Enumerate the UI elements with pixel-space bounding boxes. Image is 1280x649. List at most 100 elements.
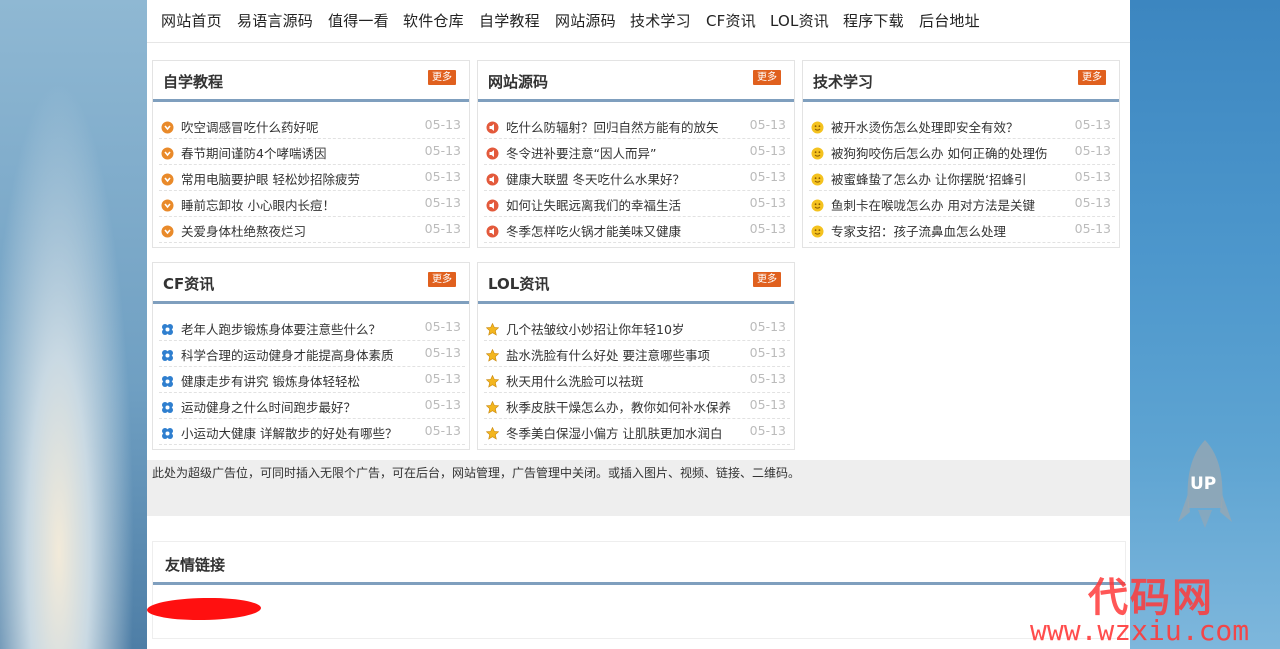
article-link[interactable]: 健康走步有讲究 锻炼身体轻轻松 xyxy=(181,371,419,390)
article-link[interactable]: 冬季美白保湿小偏方 让肌肤更加水润白 xyxy=(506,423,744,442)
list-item[interactable]: 科学合理的运动健身才能提高身体素质 05-13 xyxy=(159,341,465,367)
list-item[interactable]: 被狗狗咬伤后怎么办 如何正确的处理伤 05-13 xyxy=(809,139,1115,165)
smiley-icon xyxy=(811,119,824,134)
article-list: 吃什么防辐射？回归自然方能有的放矢 05-13 冬令进补要注意“因人而异” 05-13… xyxy=(484,113,790,243)
article-link[interactable]: 运动健身之什么时间跑步最好？ xyxy=(181,397,419,416)
article-date: 05-13 xyxy=(1074,117,1111,132)
list-item[interactable]: 冬令进补要注意“因人而异” 05-13 xyxy=(484,139,790,165)
more-button[interactable]: 更多 xyxy=(428,272,456,287)
nav-item-worth[interactable]: 值得一看 xyxy=(328,10,389,31)
more-button[interactable]: 更多 xyxy=(1078,70,1106,85)
nav-item-tech[interactable]: 技术学习 xyxy=(630,10,691,31)
article-link[interactable]: 吃什么防辐射？回归自然方能有的放矢 xyxy=(506,117,744,136)
article-list: 吹空调感冒吃什么药好呢 05-13 春节期间谨防4个哮喘诱因 05-13 常用电脑要护眼… xyxy=(159,113,465,243)
back-to-top-button[interactable]: UP xyxy=(1190,474,1216,494)
flower-icon xyxy=(161,347,174,361)
article-link[interactable]: 小运动大健康 详解散步的好处有哪些？ xyxy=(181,423,419,442)
list-item[interactable]: 老年人跑步锻炼身体要注意些什么？ 05-13 xyxy=(159,315,465,341)
orange-circle-icon xyxy=(161,119,174,134)
flower-icon xyxy=(161,373,174,387)
article-date: 05-13 xyxy=(424,371,461,386)
article-link[interactable]: 老年人跑步锻炼身体要注意些什么？ xyxy=(181,319,419,338)
list-item[interactable]: 几个祛皱纹小妙招让你年轻10岁 05-13 xyxy=(484,315,790,341)
nav-item-home[interactable]: 网站首页 xyxy=(161,10,222,31)
article-date: 05-13 xyxy=(749,423,786,438)
nav-item-admin[interactable]: 后台地址 xyxy=(919,10,980,31)
article-date: 05-13 xyxy=(424,143,461,158)
article-link[interactable]: 春节期间谨防4个哮喘诱因 xyxy=(181,143,419,162)
list-item[interactable]: 常用电脑要护眼 轻松妙招除疲劳 05-13 xyxy=(159,165,465,191)
article-link[interactable]: 鱼刺卡在喉咙怎么办 用对方法是关键 xyxy=(831,195,1069,214)
list-item[interactable]: 小运动大健康 详解散步的好处有哪些？ 05-13 xyxy=(159,419,465,445)
article-date: 05-13 xyxy=(749,371,786,386)
list-item[interactable]: 专家支招：孩子流鼻血怎么处理 05-13 xyxy=(809,217,1115,243)
list-item[interactable]: 冬季美白保湿小偏方 让肌肤更加水润白 05-13 xyxy=(484,419,790,445)
article-link[interactable]: 被蜜蜂蛰了怎么办 让你摆脱‘招蜂引 xyxy=(831,169,1069,188)
watermark-url: www.wzxiu.com xyxy=(1030,614,1250,647)
list-item[interactable]: 春节期间谨防4个哮喘诱因 05-13 xyxy=(159,139,465,165)
section-title: LOL资讯 xyxy=(488,275,550,293)
article-link[interactable]: 盐水洗脸有什么好处 要注意哪些事项 xyxy=(506,345,744,364)
article-link[interactable]: 睡前忘卸妆 小心眼内长痘！ xyxy=(181,195,419,214)
nav-item-tutorial[interactable]: 自学教程 xyxy=(479,10,540,31)
article-date: 05-13 xyxy=(424,319,461,334)
more-button[interactable]: 更多 xyxy=(753,272,781,287)
list-item[interactable]: 健康走步有讲究 锻炼身体轻轻松 05-13 xyxy=(159,367,465,393)
article-date: 05-13 xyxy=(424,169,461,184)
list-item[interactable]: 冬季怎样吃火锅才能美味又健康 05-13 xyxy=(484,217,790,243)
list-item[interactable]: 盐水洗脸有什么好处 要注意哪些事项 05-13 xyxy=(484,341,790,367)
list-item[interactable]: 鱼刺卡在喉咙怎么办 用对方法是关键 05-13 xyxy=(809,191,1115,217)
article-link[interactable]: 秋天用什么洗脸可以祛斑 xyxy=(506,371,744,390)
more-button[interactable]: 更多 xyxy=(428,70,456,85)
list-item[interactable]: 健康大联盟 冬天吃什么水果好？ 05-13 xyxy=(484,165,790,191)
article-date: 05-13 xyxy=(749,397,786,412)
article-link[interactable]: 如何让失眠远离我们的幸福生活 xyxy=(506,195,744,214)
flower-icon xyxy=(161,321,174,335)
article-link[interactable]: 被开水烫伤怎么处理即安全有效？ xyxy=(831,117,1069,136)
orange-circle-icon xyxy=(161,145,174,160)
speaker-icon xyxy=(486,145,499,160)
article-link[interactable]: 秋季皮肤干燥怎么办，教你如何补水保养 xyxy=(506,397,744,416)
list-item[interactable]: 被开水烫伤怎么处理即安全有效？ 05-13 xyxy=(809,113,1115,139)
article-date: 05-13 xyxy=(749,319,786,334)
article-link[interactable]: 健康大联盟 冬天吃什么水果好？ xyxy=(506,169,744,188)
nav-item-download[interactable]: 程序下载 xyxy=(843,10,904,31)
article-link[interactable]: 被狗狗咬伤后怎么办 如何正确的处理伤 xyxy=(831,143,1069,162)
speaker-icon xyxy=(486,223,499,238)
list-item[interactable]: 吹空调感冒吃什么药好呢 05-13 xyxy=(159,113,465,139)
list-item[interactable]: 关爱身体杜绝熬夜烂习 05-13 xyxy=(159,217,465,243)
friend-links-header: 友情链接 xyxy=(153,542,1125,585)
section-cf: CF资讯 更多 老年人跑步锻炼身体要注意些什么？ 05-13 科学合理的运动健身才能提高… xyxy=(152,262,470,450)
article-link[interactable]: 几个祛皱纹小妙招让你年轻10岁 xyxy=(506,319,744,338)
section-header: 网站源码 更多 xyxy=(478,61,794,102)
list-item[interactable]: 运动健身之什么时间跑步最好？ 05-13 xyxy=(159,393,465,419)
article-link[interactable]: 专家支招：孩子流鼻血怎么处理 xyxy=(831,221,1069,240)
list-item[interactable]: 秋季皮肤干燥怎么办，教你如何补水保养 05-13 xyxy=(484,393,790,419)
list-item[interactable]: 如何让失眠远离我们的幸福生活 05-13 xyxy=(484,191,790,217)
background-left xyxy=(0,0,147,649)
nav-item-source[interactable]: 网站源码 xyxy=(555,10,616,31)
nav-item-software[interactable]: 软件仓库 xyxy=(403,10,464,31)
section-title: 技术学习 xyxy=(813,73,874,91)
list-item[interactable]: 秋天用什么洗脸可以祛斑 05-13 xyxy=(484,367,790,393)
smiley-icon xyxy=(811,197,824,212)
article-link[interactable]: 常用电脑要护眼 轻松妙招除疲劳 xyxy=(181,169,419,188)
ad-banner[interactable]: 此处为超级广告位，可同时插入无限个广告，可在后台，网站管理，广告管理中关闭。或插… xyxy=(147,460,1130,516)
article-link[interactable]: 冬季怎样吃火锅才能美味又健康 xyxy=(506,221,744,240)
list-item[interactable]: 睡前忘卸妆 小心眼内长痘！ 05-13 xyxy=(159,191,465,217)
nav-item-eyuyan[interactable]: 易语言源码 xyxy=(237,10,313,31)
list-item[interactable]: 被蜜蜂蛰了怎么办 让你摆脱‘招蜂引 05-13 xyxy=(809,165,1115,191)
article-link[interactable]: 冬令进补要注意“因人而异” xyxy=(506,143,744,162)
orange-circle-icon xyxy=(161,197,174,212)
article-link[interactable]: 关爱身体杜绝熬夜烂习 xyxy=(181,221,419,240)
section-title: 自学教程 xyxy=(163,73,224,91)
article-link[interactable]: 科学合理的运动健身才能提高身体素质 xyxy=(181,345,419,364)
article-link[interactable]: 吹空调感冒吃什么药好呢 xyxy=(181,117,419,136)
nav-item-cf[interactable]: CF资讯 xyxy=(706,10,756,31)
list-item[interactable]: 吃什么防辐射？回归自然方能有的放矢 05-13 xyxy=(484,113,790,139)
more-button[interactable]: 更多 xyxy=(753,70,781,85)
speaker-icon xyxy=(486,171,499,186)
article-date: 05-13 xyxy=(1074,195,1111,210)
nav-item-lol[interactable]: LOL资讯 xyxy=(770,10,829,31)
background-right xyxy=(1130,0,1280,649)
